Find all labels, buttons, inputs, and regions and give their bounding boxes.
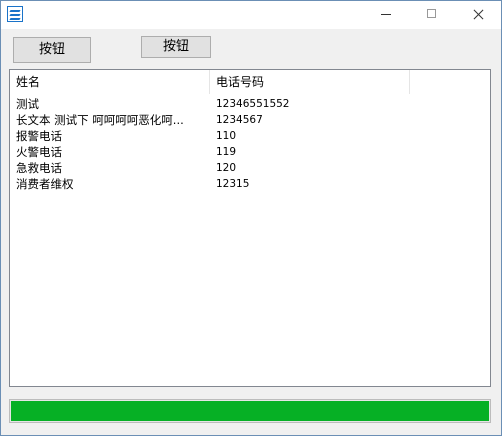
progress-fill [11,401,489,421]
column-header-empty[interactable] [410,70,490,94]
contact-name: 报警电话 [16,129,62,143]
list-item[interactable]: 火警电话 119 [10,144,490,160]
contact-phone: 12346551552 [216,98,290,110]
list-header: 姓名 电话号码 [10,70,490,94]
minimize-button[interactable] [363,1,409,29]
column-header-name[interactable]: 姓名 [10,70,210,94]
contact-name: 测试 [16,97,39,111]
contacts-list-view[interactable]: 姓名 电话号码 测试 12346551552 长文本 测试下 呵呵呵呵恶化呵..… [9,69,491,387]
maximize-button[interactable] [409,1,455,29]
list-item[interactable]: 急救电话 120 [10,160,490,176]
contact-phone: 119 [216,146,237,158]
list-item[interactable]: 消费者维权 12315 [10,176,490,192]
button-2[interactable]: 按钮 [141,36,211,58]
contact-phone: 120 [216,162,237,174]
list-item[interactable]: 测试 12346551552 [10,96,490,112]
list-item[interactable]: 长文本 测试下 呵呵呵呵恶化呵... 1234567 [10,112,490,128]
contact-phone: 12315 [216,178,250,190]
button-1[interactable]: 按钮 [13,37,91,63]
app-icon [7,6,23,22]
list-item[interactable]: 报警电话 110 [10,128,490,144]
contact-phone: 1234567 [216,114,263,126]
main-window: 按钮 按钮 姓名 电话号码 测试 12346551552 长文本 测试下 呵呵呵… [0,0,502,436]
contact-name: 消费者维权 [16,177,74,191]
contact-name: 火警电话 [16,145,62,159]
progress-bar [9,399,491,423]
column-header-phone[interactable]: 电话号码 [210,70,410,94]
contact-name: 急救电话 [16,161,62,175]
contact-name: 长文本 测试下 呵呵呵呵恶化呵... [16,113,184,127]
contact-phone: 110 [216,130,237,142]
list-rows: 测试 12346551552 长文本 测试下 呵呵呵呵恶化呵... 123456… [10,96,490,192]
title-bar[interactable] [1,1,501,29]
close-button[interactable] [455,1,501,29]
